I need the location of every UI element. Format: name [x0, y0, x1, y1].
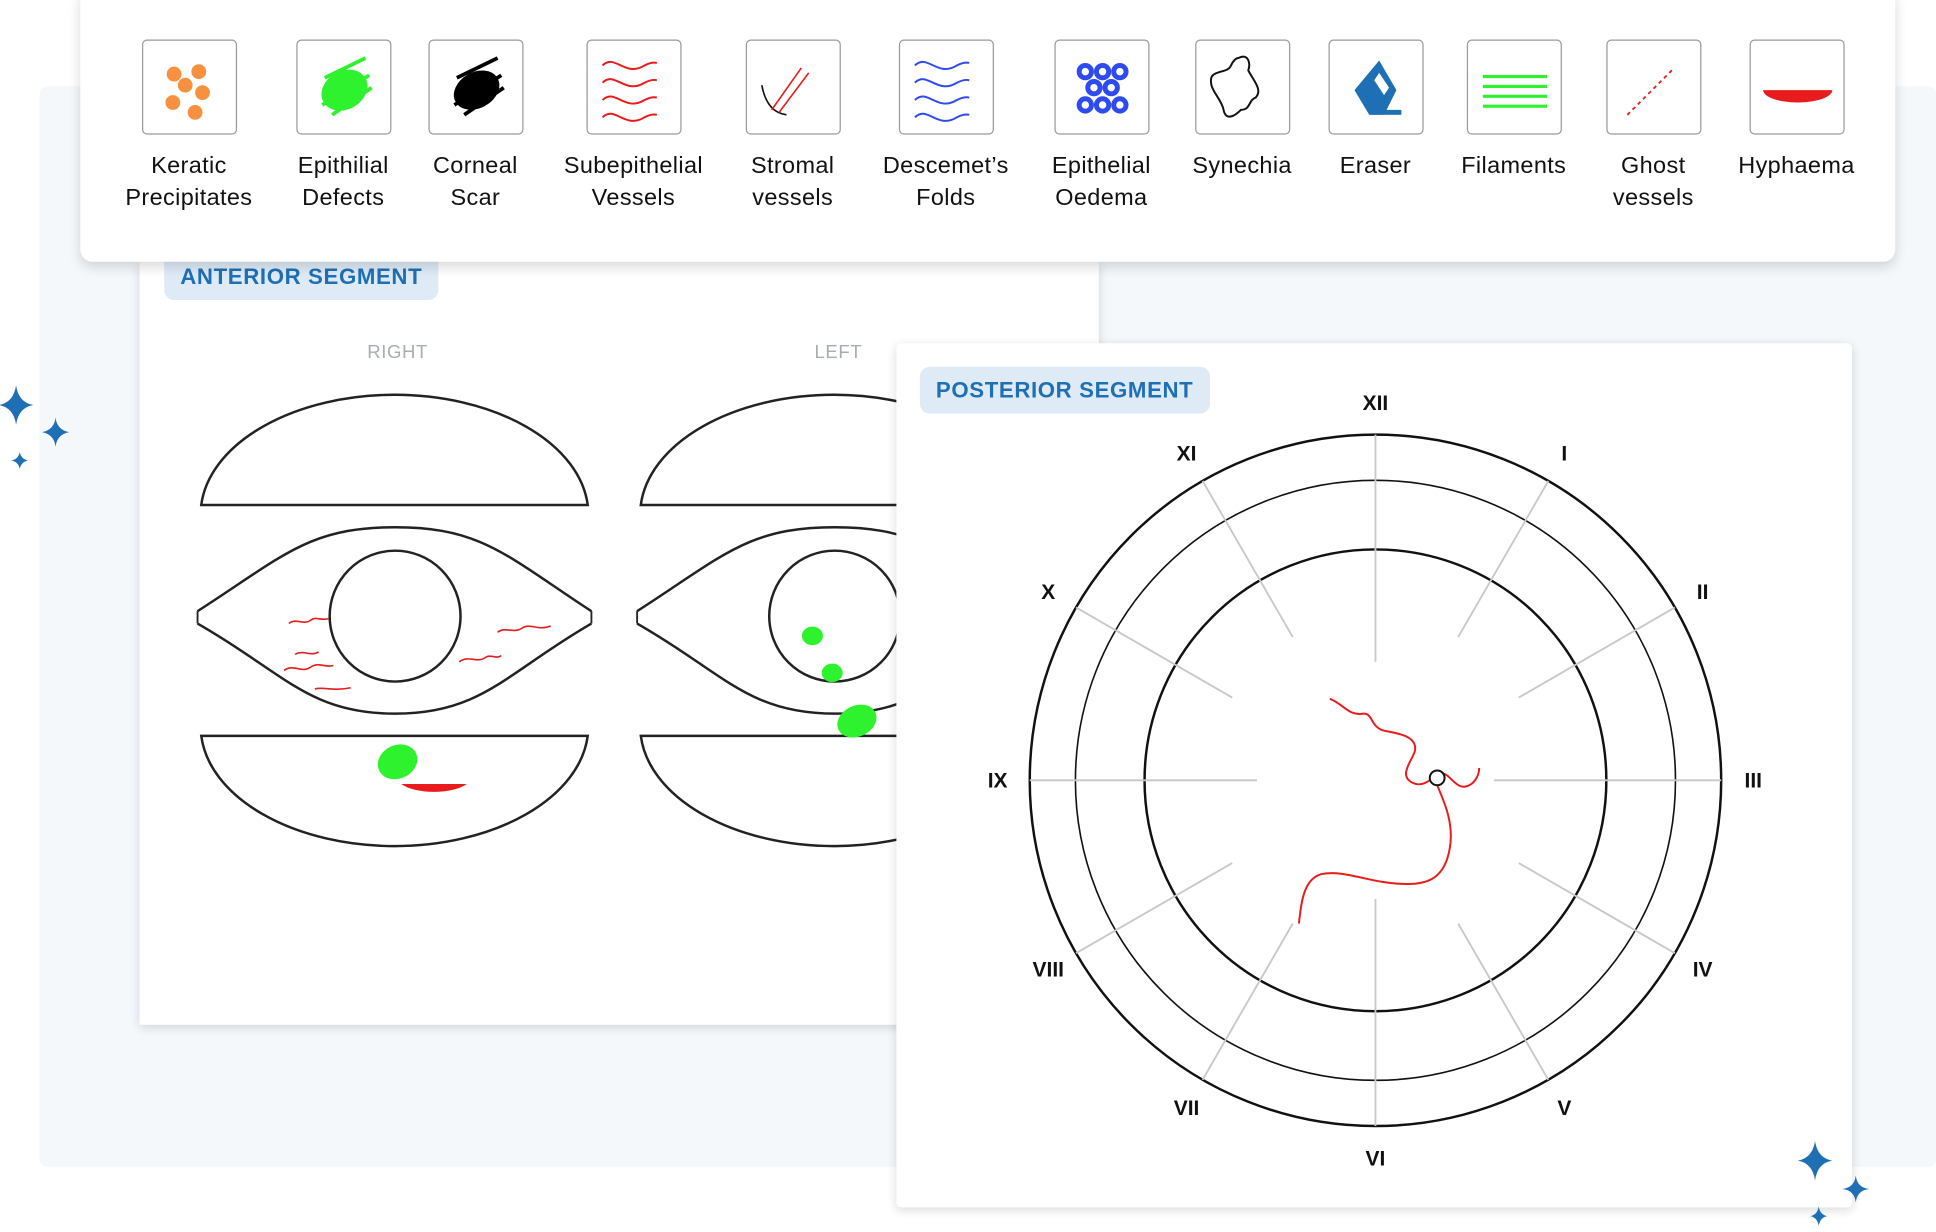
tool-label: Hyphaema: [1710, 151, 1883, 183]
tool-stromal-vessels[interactable]: Stromal vessels: [706, 40, 879, 215]
tool-icon-box[interactable]: [1606, 40, 1701, 135]
sparkle-icon: [1810, 1206, 1827, 1226]
tool-icon-box[interactable]: [1328, 40, 1423, 135]
tool-corneal-scar[interactable]: Corneal Scar: [389, 40, 562, 215]
tool-icon-box[interactable]: [745, 40, 840, 135]
hyphaema-mark: [401, 784, 466, 792]
tool-keratic-precipitates[interactable]: Keratic Precipitates: [102, 40, 275, 215]
tool-label: Corneal Scar: [389, 151, 562, 215]
tool-icon-box[interactable]: [586, 40, 681, 135]
tool-icon-box[interactable]: [428, 40, 523, 135]
clock-hour-label: X: [1041, 581, 1055, 604]
stromal-vessels-icon: [746, 41, 839, 134]
ghost-vessels-icon: [1607, 41, 1700, 134]
tool-icon-box[interactable]: [1466, 40, 1561, 135]
clock-hour-label: IX: [988, 770, 1008, 793]
annotation-toolbar: Keratic PrecipitatesEpithilial DefectsCo…: [80, 0, 1895, 262]
sparkle-icon: [11, 452, 28, 469]
tool-label: Stromal vessels: [706, 151, 879, 215]
clock-hour-label: XII: [1363, 392, 1389, 415]
tool-label: Descemet’s Folds: [859, 151, 1032, 215]
tool-icon-box[interactable]: [141, 40, 236, 135]
synechia-icon: [1196, 41, 1289, 134]
epithelial-oedema-icon: [1055, 41, 1148, 134]
clock-hour-label: VI: [1366, 1148, 1386, 1171]
left-eye-label: LEFT: [814, 341, 862, 362]
tool-descemets-folds[interactable]: Descemet’s Folds: [859, 40, 1032, 215]
tool-hyphaema[interactable]: Hyphaema: [1710, 40, 1883, 183]
subepithelial-vessels-icon: [587, 41, 680, 134]
tool-icon-box[interactable]: [1054, 40, 1149, 135]
clock-hour-label: IV: [1693, 959, 1713, 982]
epithelial-defects-icon: [297, 41, 390, 134]
sparkle-icon: [0, 385, 33, 425]
posterior-segment-panel: XIIIIIIIIIVVVIVIIVIIIIXXXI POSTERIOR SEG…: [896, 343, 1852, 1207]
corneal-scar-icon: [429, 41, 522, 134]
posterior-drawing-canvas[interactable]: XIIIIIIIIIVVVIVIIVIIIIXXXI: [896, 343, 1852, 1207]
clock-hour-label: II: [1697, 581, 1709, 604]
page: RIGHT LEFT: [0, 0, 1936, 1232]
tool-subepithelial-vessels[interactable]: Subepithelial Vessels: [547, 40, 720, 215]
tool-icon-box[interactable]: [1195, 40, 1290, 135]
clock-hour-label: V: [1557, 1097, 1571, 1120]
clock-hour-label: I: [1561, 443, 1567, 466]
position-marker[interactable]: [1430, 770, 1445, 785]
right-eye-label: RIGHT: [367, 341, 428, 362]
clock-hour-label: XI: [1177, 443, 1197, 466]
clock-hour-label: VII: [1174, 1097, 1200, 1120]
retinal-vessel-mark: [1299, 699, 1479, 924]
tool-icon-box[interactable]: [898, 40, 993, 135]
hyphaema-icon: [1750, 41, 1843, 134]
posterior-segment-badge: POSTERIOR SEGMENT: [920, 367, 1210, 414]
clock-hour-label: III: [1745, 770, 1762, 793]
filaments-icon: [1467, 41, 1560, 134]
eraser-icon: [1329, 41, 1422, 134]
descemets-folds-icon: [899, 41, 992, 134]
tool-icon-box[interactable]: [1749, 40, 1844, 135]
tool-label: Keratic Precipitates: [102, 151, 275, 215]
clock-hour-label: VIII: [1033, 959, 1064, 982]
keratic-precipitates-icon: [143, 41, 236, 134]
tool-icon-box[interactable]: [296, 40, 391, 135]
tool-label: Subepithelial Vessels: [547, 151, 720, 215]
